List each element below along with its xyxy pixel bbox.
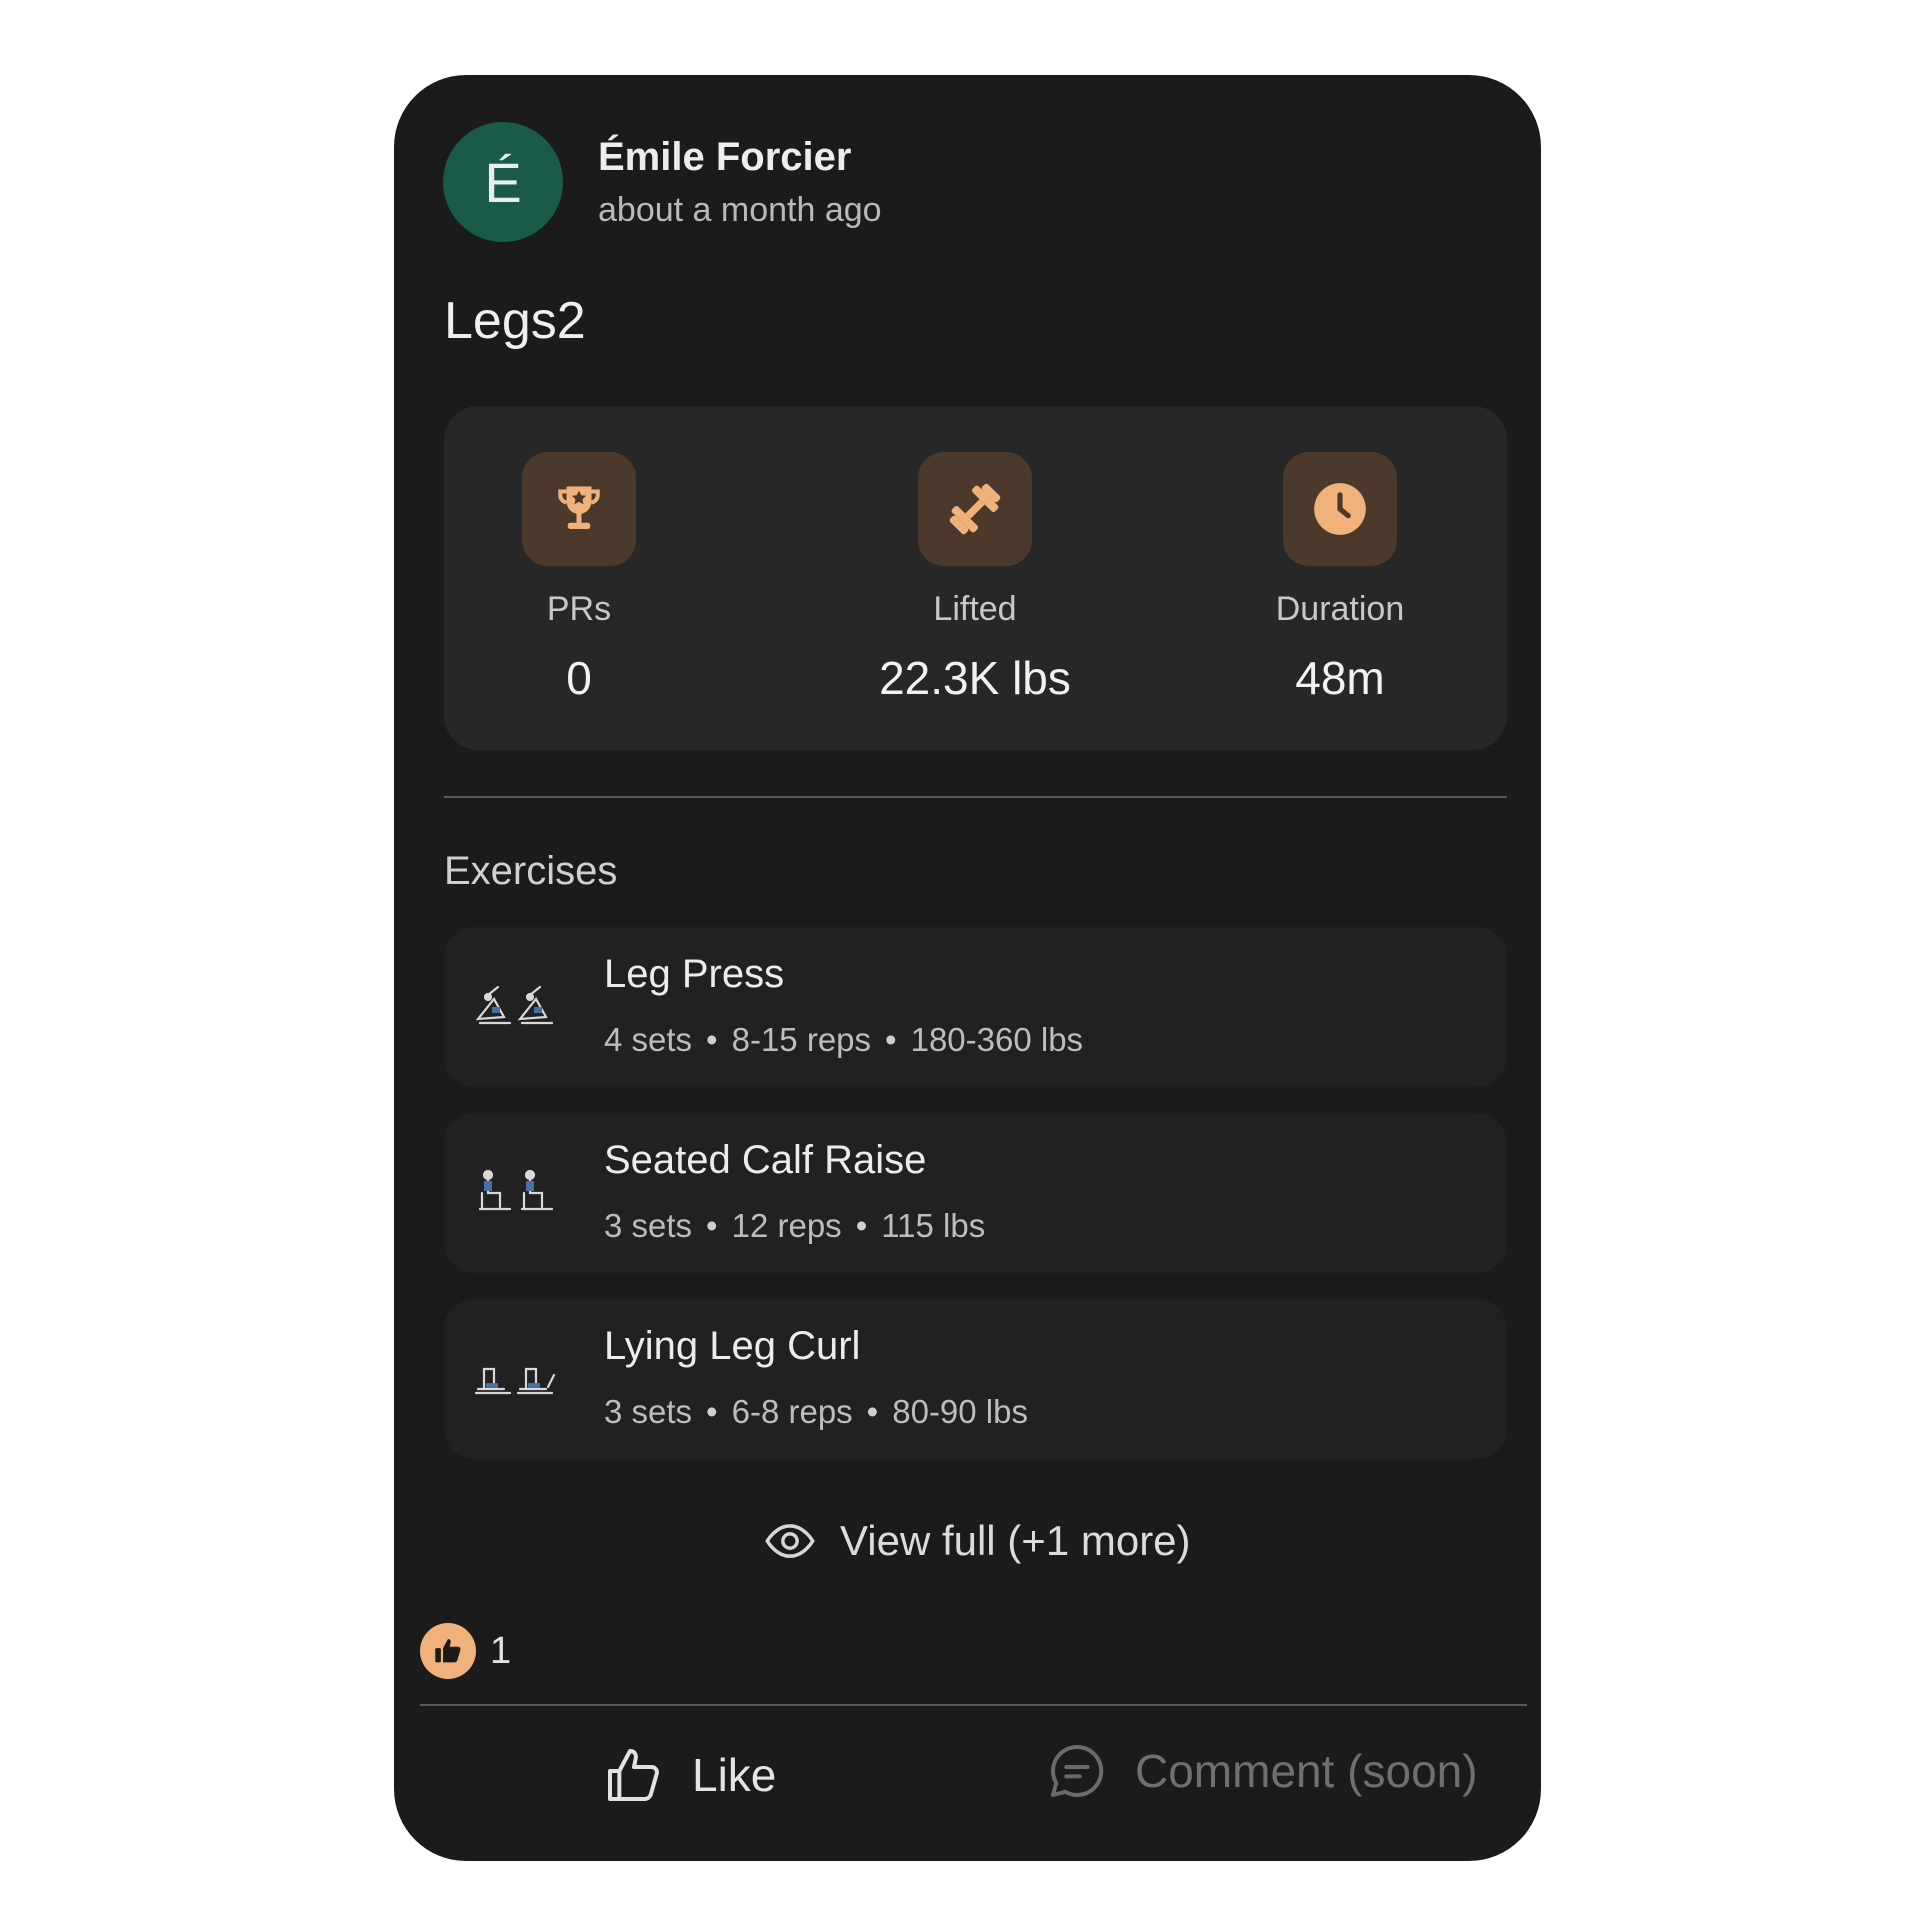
stat-value: 48m — [1295, 652, 1385, 704]
likes-summary[interactable]: 1 — [420, 1623, 511, 1679]
like-label: Like — [692, 1749, 777, 1801]
exercises-heading: Exercises — [444, 849, 618, 893]
exercise-reps: 6-8 reps — [731, 1393, 853, 1430]
post-header: É Émile Forcier about a month ago — [443, 122, 882, 242]
seated-calf-raise-thumbnail-icon — [478, 1169, 554, 1211]
exercise-weight: 115 lbs — [881, 1207, 986, 1244]
leg-press-thumbnail-icon — [475, 985, 554, 1025]
exercise-sets: 4 sets — [604, 1021, 693, 1058]
avatar-initial: É — [484, 150, 522, 214]
stats-panel: PRs 0 Lifted 22.3K lbs Duration 48m — [444, 406, 1507, 750]
comment-bubble-icon — [1051, 1744, 1104, 1797]
workout-post-card: É Émile Forcier about a month ago Legs2 … — [394, 75, 1541, 1861]
dumbbell-icon — [918, 452, 1032, 566]
exercise-name: Seated Calf Raise — [604, 1138, 927, 1182]
stat-label: Lifted — [933, 590, 1017, 628]
eye-icon — [765, 1524, 815, 1558]
exercise-item-seated-calf-raise[interactable]: Seated Calf Raise 3 sets • 12 reps • 115 lbs — [444, 1113, 1507, 1273]
workout-title: Legs2 — [444, 292, 586, 350]
separator-dot: • — [706, 1207, 718, 1244]
stat-value: 0 — [566, 652, 592, 704]
clock-icon — [1283, 452, 1397, 566]
exercise-sets: 3 sets — [604, 1393, 693, 1430]
exercise-weight: 180-360 lbs — [910, 1021, 1084, 1058]
separator-dot: • — [885, 1021, 897, 1058]
stat-value: 22.3K lbs — [879, 652, 1071, 704]
actions-divider — [420, 1704, 1527, 1706]
author-name[interactable]: Émile Forcier — [598, 133, 882, 181]
section-divider — [444, 796, 1507, 798]
post-timestamp: about a month ago — [598, 191, 882, 229]
exercise-item-leg-press[interactable]: Leg Press 4 sets • 8-15 reps • 180-360 lbs — [444, 927, 1507, 1087]
exercise-details: 3 sets • 6-8 reps • 80-90 lbs — [604, 1391, 1028, 1433]
exercise-item-lying-leg-curl[interactable]: Lying Leg Curl 3 sets • 6-8 reps • 80-90 lbs — [444, 1299, 1507, 1459]
stat-duration: Duration 48m — [1190, 452, 1490, 706]
stat-lifted: Lifted 22.3K lbs — [825, 452, 1125, 706]
comment-label: Comment (soon) — [1135, 1745, 1478, 1797]
separator-dot: • — [706, 1021, 718, 1058]
view-full-button[interactable]: View full (+1 more) — [764, 1515, 1191, 1567]
exercise-name: Leg Press — [604, 952, 785, 996]
like-count: 1 — [490, 1629, 512, 1672]
separator-dot: • — [855, 1207, 868, 1244]
comment-button[interactable]: Comment (soon) — [1045, 1739, 1478, 1803]
exercise-details: 4 sets • 8-15 reps • 180-360 lbs — [604, 1019, 1083, 1061]
exercise-reps: 12 reps — [731, 1207, 842, 1244]
trophy-icon — [522, 452, 636, 566]
avatar[interactable]: É — [443, 122, 563, 242]
stat-label: PRs — [546, 590, 612, 628]
separator-dot: • — [866, 1393, 879, 1430]
separator-dot: • — [706, 1393, 718, 1430]
exercise-details: 3 sets • 12 reps • 115 lbs — [604, 1205, 985, 1247]
exercise-name: Lying Leg Curl — [604, 1324, 861, 1368]
user-meta: Émile Forcier about a month ago — [598, 133, 882, 231]
exercise-sets: 3 sets — [604, 1207, 693, 1244]
like-button[interactable]: Like — [602, 1743, 776, 1807]
lying-leg-curl-thumbnail-icon — [474, 1367, 556, 1395]
exercise-weight: 80-90 lbs — [892, 1393, 1028, 1430]
thumbs-up-badge-icon — [420, 1623, 476, 1679]
stat-prs: PRs 0 — [429, 452, 729, 706]
stat-label: Duration — [1275, 590, 1405, 628]
exercise-reps: 8-15 reps — [731, 1021, 872, 1058]
thumbs-up-icon — [608, 1749, 659, 1801]
view-full-label: View full (+1 more) — [840, 1517, 1191, 1564]
